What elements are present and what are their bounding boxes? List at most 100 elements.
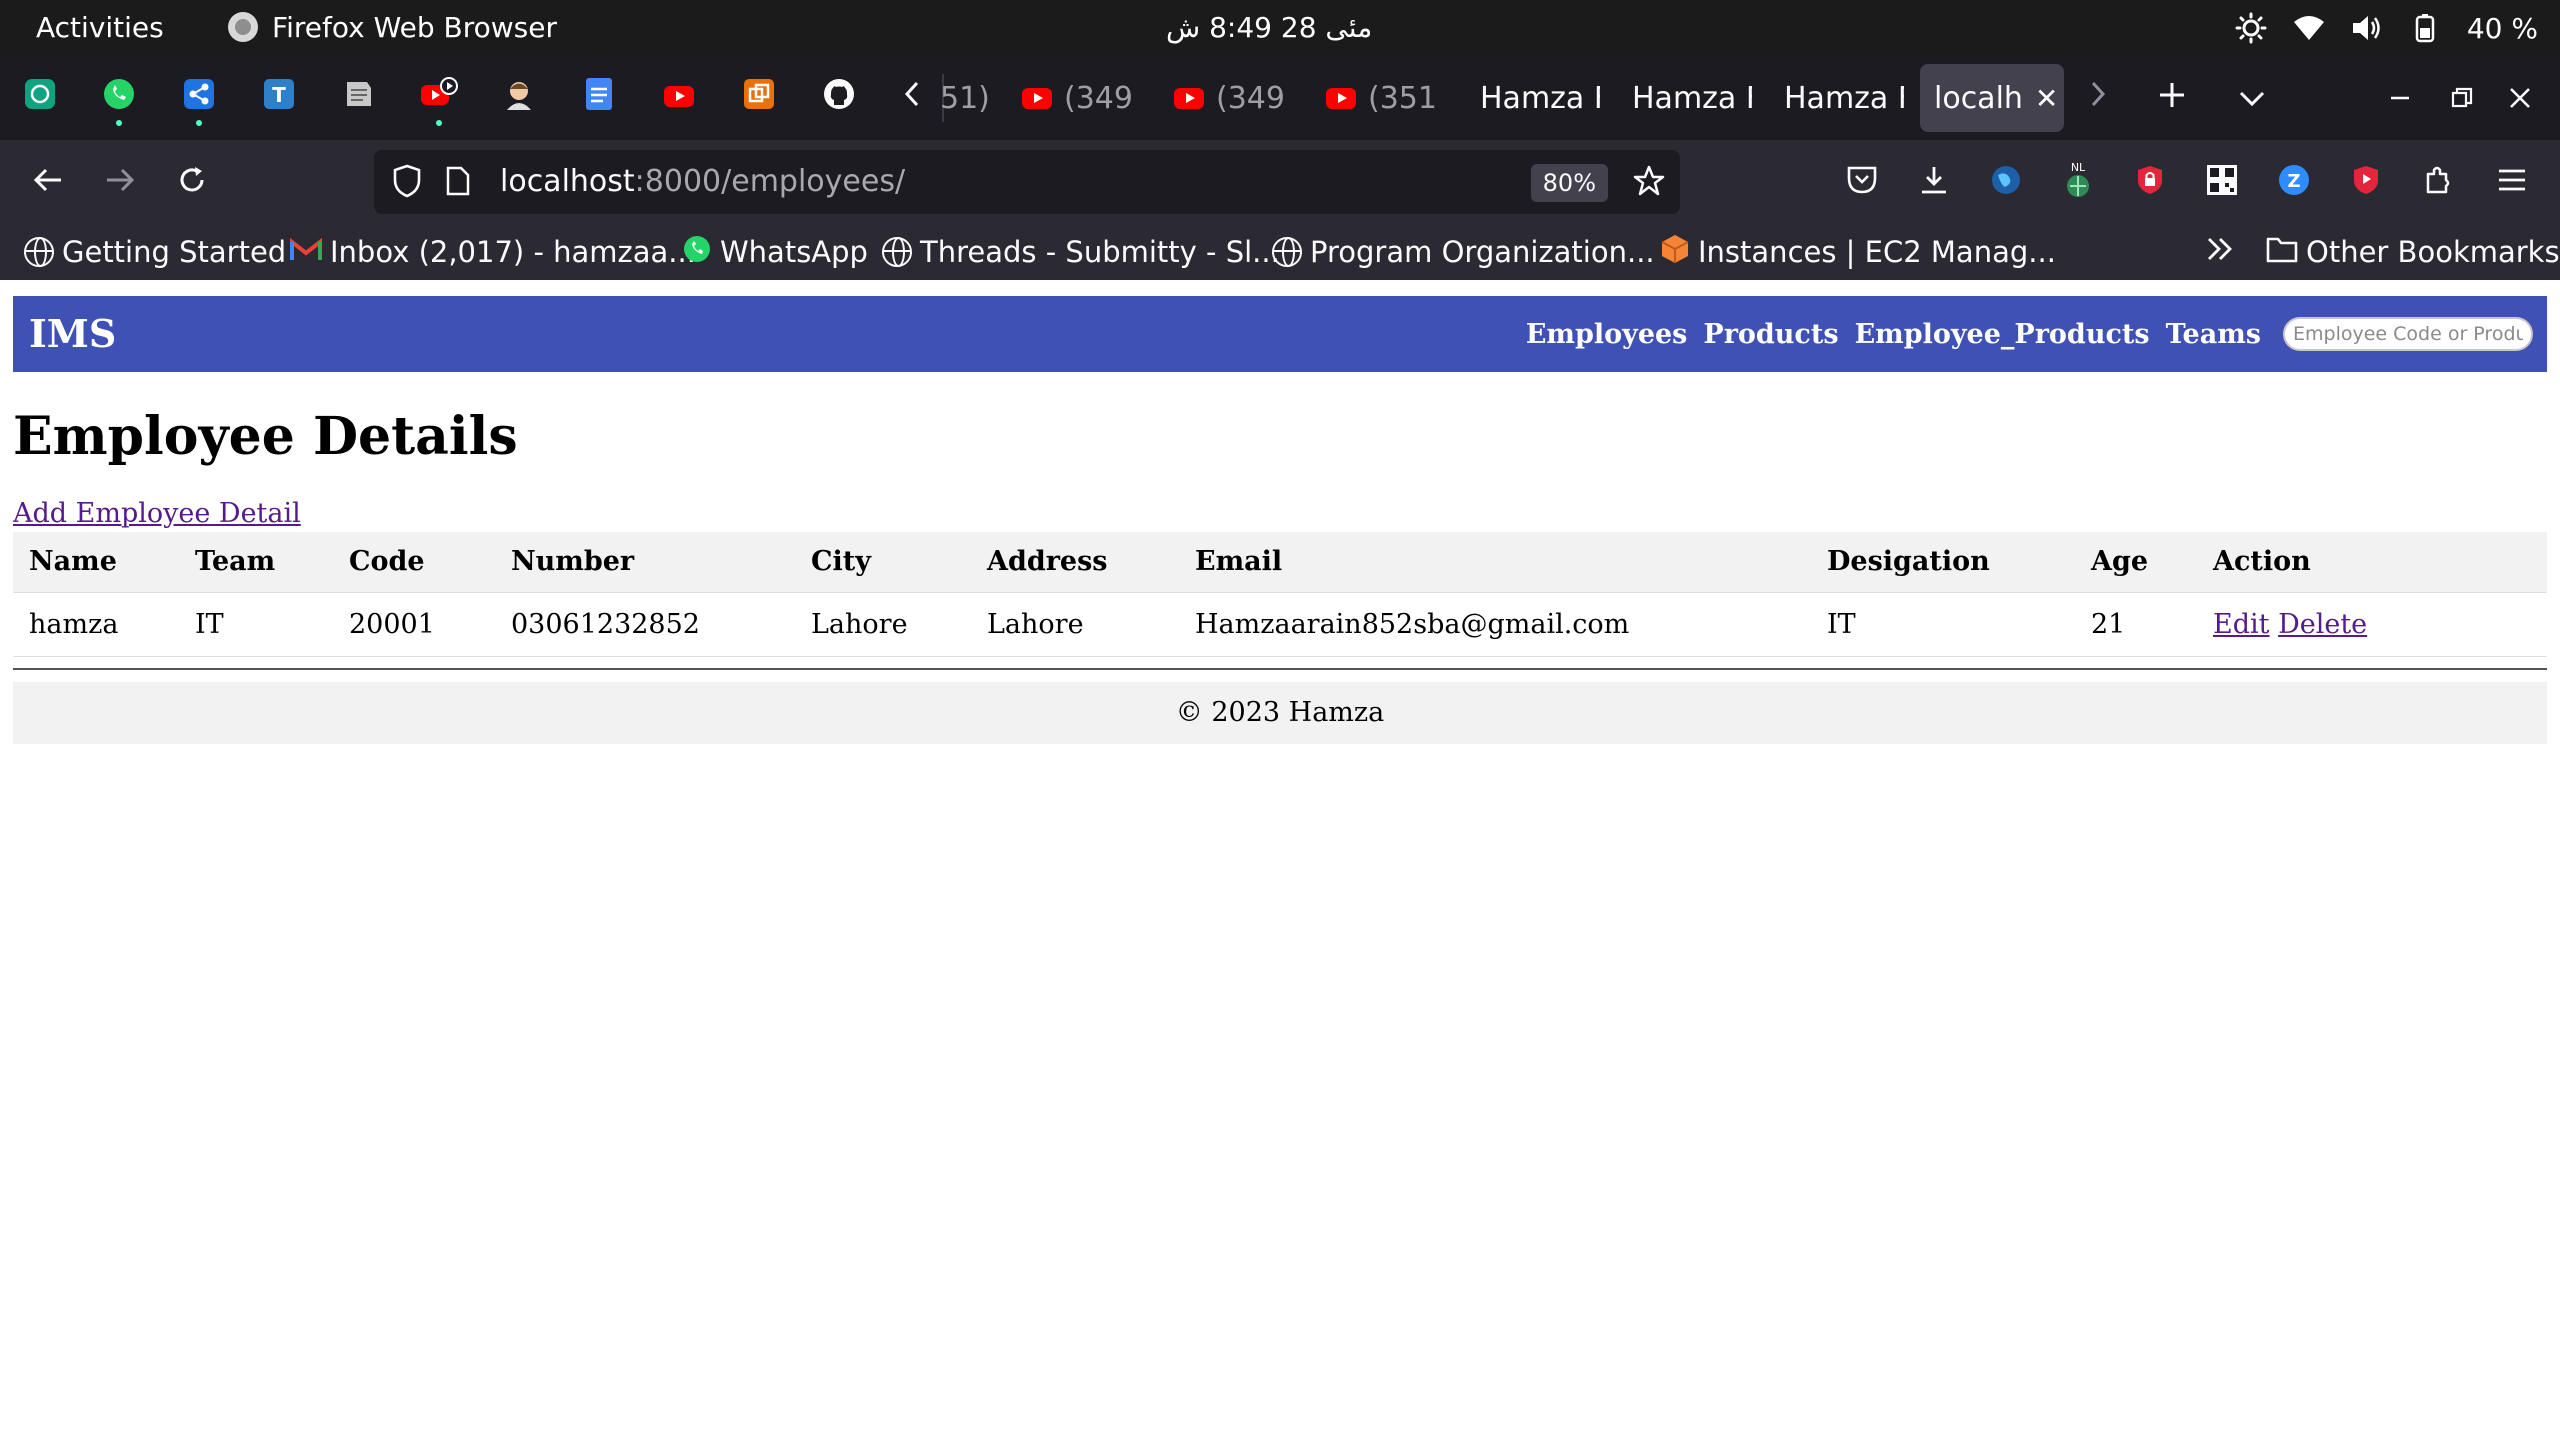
table-row: hamza IT 20001 03061232852 Lahore Lahore…: [13, 592, 2547, 657]
nav-link-teams[interactable]: Teams: [2166, 319, 2261, 350]
tab-youtube-partial[interactable]: 51): [940, 64, 1030, 132]
qr-extension-button[interactable]: [2200, 160, 2244, 204]
app-menu-label[interactable]: Firefox Web Browser: [272, 0, 557, 56]
column-header-address: Address: [971, 532, 1179, 593]
pinned-tab-trello[interactable]: T: [259, 76, 299, 116]
column-header-action: Action: [2197, 532, 2547, 593]
search-input[interactable]: [2283, 317, 2533, 351]
extension-globe-button[interactable]: [1984, 160, 2028, 204]
site-nav-links: Employees Products Employee_Products Tea…: [1526, 296, 2533, 372]
vpn-nl-icon: NL: [2058, 160, 2098, 204]
nav-link-employees[interactable]: Employees: [1526, 319, 1688, 350]
bookmark-inbox[interactable]: Inbox (2,017) - hamzaa...: [290, 224, 696, 280]
pinned-tab-notes[interactable]: [339, 76, 379, 116]
reload-icon: [177, 165, 207, 199]
tab-youtube-3[interactable]: (349: [1174, 64, 1304, 132]
bookmark-getting-started[interactable]: Getting Started: [24, 224, 286, 280]
tab-youtube-2[interactable]: (349: [1022, 64, 1152, 132]
nav-link-employee-products[interactable]: Employee_Products: [1855, 319, 2150, 350]
cell-name: hamza: [13, 592, 179, 657]
cell-action: Edit Delete: [2197, 592, 2547, 657]
tab-localhost-active[interactable]: localh ✕: [1920, 64, 2064, 132]
cell-designation: IT: [1811, 592, 2075, 657]
pinned-tab-avatar[interactable]: [499, 76, 539, 116]
bookmark-star-icon[interactable]: [1632, 164, 1666, 202]
bookmarks-toolbar: Getting Started Inbox (2,017) - hamzaa..…: [0, 224, 2560, 280]
tab-hamza-2[interactable]: Hamza F: [1632, 64, 1752, 132]
chevron-left-icon: [902, 78, 922, 118]
activities-button[interactable]: Activities: [36, 0, 164, 56]
youtube-shield-icon: [2350, 164, 2382, 200]
arrow-right-icon: [105, 167, 135, 197]
pinned-tab-docs[interactable]: [579, 76, 619, 116]
window-close-button[interactable]: [2498, 76, 2542, 120]
bookmark-ec2-instances[interactable]: Instances | EC2 Manag...: [1660, 224, 2056, 280]
edit-link[interactable]: Edit: [2213, 609, 2269, 640]
tabs-scroll-left-button[interactable]: [890, 76, 934, 120]
docs-icon: [585, 77, 613, 115]
downloads-button[interactable]: [1912, 160, 1956, 204]
window-minimize-button[interactable]: [2378, 76, 2422, 120]
tab-hamza-1[interactable]: Hamza F: [1480, 64, 1600, 132]
clock[interactable]: مئی 28 8:49 ش: [1166, 0, 1372, 56]
pinned-tab-whatsapp[interactable]: [99, 76, 139, 126]
lock-icon: [2134, 164, 2166, 200]
bookmarks-overflow-button[interactable]: [2206, 224, 2234, 280]
cell-team: IT: [179, 592, 333, 657]
url-bar[interactable]: localhost:8000/employees/ 80%: [374, 150, 1680, 214]
zoom-extension-button[interactable]: Z: [2272, 160, 2316, 204]
vpn-extension-button[interactable]: NL: [2056, 160, 2100, 204]
youtube-extension-button[interactable]: [2344, 160, 2388, 204]
app-menu-button[interactable]: [2490, 160, 2534, 204]
tab-hamza-3[interactable]: Hamza F: [1784, 64, 1904, 132]
hamburger-icon: [2497, 167, 2527, 197]
minimize-icon: [2389, 78, 2411, 118]
pinned-tab-share[interactable]: [179, 76, 219, 126]
shield-icon[interactable]: [392, 164, 422, 202]
column-header-email: Email: [1179, 532, 1811, 593]
arrow-left-icon: [33, 167, 63, 197]
site-brand[interactable]: IMS: [29, 296, 116, 372]
restore-icon: [2451, 78, 2473, 118]
close-icon: [2509, 78, 2531, 118]
pinned-tab-chatgpt[interactable]: [20, 76, 60, 116]
employee-table: Name Team Code Number City Address Email…: [13, 532, 2547, 657]
other-bookmarks-folder[interactable]: Other Bookmarks: [2266, 224, 2560, 280]
extensions-button[interactable]: [2416, 160, 2460, 204]
delete-link[interactable]: Delete: [2278, 609, 2367, 640]
back-button[interactable]: [26, 160, 70, 204]
cell-number: 03061232852: [495, 592, 795, 657]
add-employee-link[interactable]: Add Employee Detail: [13, 498, 301, 529]
reload-button[interactable]: [170, 160, 214, 204]
column-header-city: City: [795, 532, 971, 593]
zoom-indicator[interactable]: 80%: [1530, 164, 1608, 202]
column-header-designation: Desigation: [1811, 532, 2075, 593]
password-extension-button[interactable]: [2128, 160, 2172, 204]
tabs-scroll-right-button[interactable]: [2076, 76, 2120, 120]
new-tab-button[interactable]: [2150, 76, 2194, 120]
pinned-tab-orange-app[interactable]: [739, 76, 779, 116]
pinned-tab-youtube-music[interactable]: [419, 76, 459, 126]
bookmark-whatsapp[interactable]: WhatsApp: [682, 224, 868, 280]
pocket-button[interactable]: [1840, 160, 1884, 204]
column-header-number: Number: [495, 532, 795, 593]
window-restore-button[interactable]: [2440, 76, 2484, 120]
share-app-icon: [183, 78, 215, 114]
system-status-area[interactable]: 40 %: [2235, 0, 2538, 56]
tab-youtube-4[interactable]: (351: [1326, 64, 1456, 132]
chatgpt-icon: [24, 78, 56, 114]
footer-divider: [13, 668, 2547, 670]
url-text[interactable]: localhost:8000/employees/: [500, 150, 905, 214]
globe-icon: [1272, 237, 1302, 267]
column-header-name: Name: [13, 532, 179, 593]
youtube-icon: [1022, 87, 1052, 109]
page-icon[interactable]: [446, 166, 470, 200]
pinned-tab-youtube[interactable]: [659, 76, 699, 116]
tab-close-icon[interactable]: ✕: [2035, 82, 2058, 115]
bookmark-program-organization[interactable]: Program Organization...: [1272, 224, 1655, 280]
nav-link-products[interactable]: Products: [1703, 319, 1838, 350]
forward-button[interactable]: [98, 160, 142, 204]
bookmark-threads[interactable]: Threads - Submitty - Sl...: [882, 224, 1280, 280]
list-all-tabs-button[interactable]: [2230, 76, 2274, 120]
pinned-tab-github[interactable]: [819, 76, 859, 116]
